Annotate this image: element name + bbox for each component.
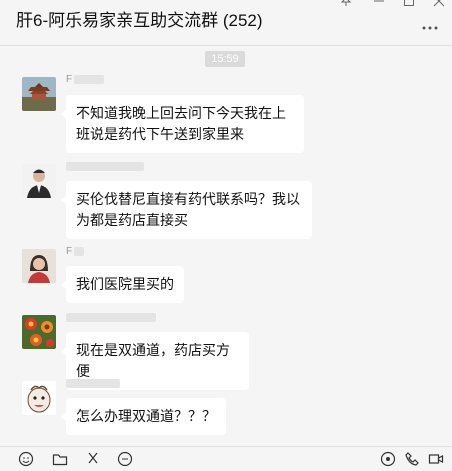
sender-name xyxy=(66,379,120,389)
message-timestamp: 15:59 xyxy=(205,51,245,67)
folder-icon[interactable] xyxy=(52,451,68,471)
chat-bubble-icon[interactable] xyxy=(117,451,133,471)
cartoon-avatar[interactable] xyxy=(22,381,56,415)
scissors-icon[interactable] xyxy=(85,451,101,471)
chat-title: 肝6-阿乐易家亲互助交流群 (252) xyxy=(16,11,263,30)
sender-name: F xyxy=(66,247,85,257)
pin-icon[interactable] xyxy=(340,0,352,10)
emoji-icon[interactable] xyxy=(18,451,34,471)
sender-name xyxy=(66,313,156,323)
message-bubble: 我们医院里买的 xyxy=(61,266,184,303)
message-bubble: 不知道我晚上回去问下今天我在上班说是药代下午送到家里来 xyxy=(61,95,304,153)
phone-icon[interactable] xyxy=(404,451,420,471)
header-divider xyxy=(0,45,452,46)
input-toolbar xyxy=(0,446,452,467)
pavilion-avatar[interactable] xyxy=(22,77,56,111)
more-dots-icon[interactable] xyxy=(422,18,438,36)
woman-avatar[interactable] xyxy=(22,249,56,283)
minimize-icon[interactable] xyxy=(373,0,385,10)
man-suit-avatar[interactable] xyxy=(22,164,56,198)
flower-avatar[interactable] xyxy=(22,315,56,349)
live-icon[interactable] xyxy=(380,451,396,471)
message-bubble: 买伦伐替尼直接有药代联系吗？我以为都是药店直接买 xyxy=(61,181,312,239)
message-bubble: 怎么办理双通道？？？ xyxy=(61,398,226,435)
sender-name xyxy=(66,162,144,172)
close-icon[interactable] xyxy=(433,0,445,10)
maximize-icon[interactable] xyxy=(403,0,415,10)
chat-header: 肝6-阿乐易家亲互助交流群 (252) xyxy=(0,0,452,45)
sender-name: F xyxy=(66,75,105,85)
video-icon[interactable] xyxy=(428,451,444,471)
